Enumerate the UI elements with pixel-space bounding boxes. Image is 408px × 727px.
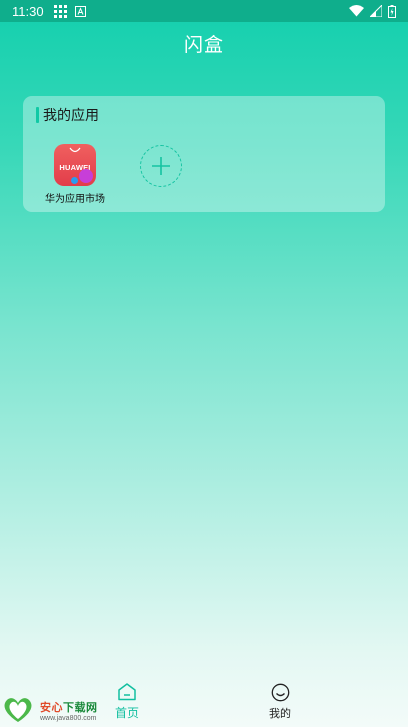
app-dot-icon <box>71 177 78 184</box>
wifi-icon <box>349 5 364 17</box>
nav-mine-tab[interactable]: 我的 <box>250 683 310 721</box>
watermark: 安心下载网 www.java800.com <box>2 697 98 723</box>
grid-icon <box>53 4 67 18</box>
card-header: 我的应用 <box>36 105 99 125</box>
watermark-url: www.java800.com <box>40 714 97 722</box>
app-badge-icon <box>79 169 93 183</box>
my-apps-card: 我的应用 HUAWEI 华为应用市场 <box>23 96 385 212</box>
home-icon <box>118 683 136 701</box>
nav-home-label: 首页 <box>114 706 139 720</box>
status-time: 11:30 <box>12 3 44 19</box>
watermark-name-b: 下载网 <box>63 700 98 714</box>
add-app-button[interactable] <box>140 145 182 187</box>
status-bar: 11:30 <box>0 0 408 22</box>
page-title: 闪盒 <box>183 34 224 56</box>
nav-mine-label: 我的 <box>269 707 291 720</box>
huawei-appgallery-icon: HUAWEI <box>54 144 96 186</box>
nav-home-tab[interactable]: 首页 <box>97 683 157 721</box>
section-accent-bar <box>36 107 39 123</box>
section-title: 我的应用 <box>43 108 99 124</box>
watermark-logo <box>2 697 34 723</box>
smiley-icon <box>271 683 289 702</box>
signal-icon <box>370 5 382 17</box>
app-label: 华为应用市场 <box>45 194 105 205</box>
plus-icon <box>152 157 170 175</box>
watermark-name-a: 安心 <box>40 700 63 714</box>
battery-icon <box>388 4 396 18</box>
a-notification-icon <box>74 5 86 17</box>
app-item-huawei-appgallery[interactable]: HUAWEI 华为应用市场 <box>38 144 112 205</box>
shopping-bag-icon <box>69 147 81 153</box>
